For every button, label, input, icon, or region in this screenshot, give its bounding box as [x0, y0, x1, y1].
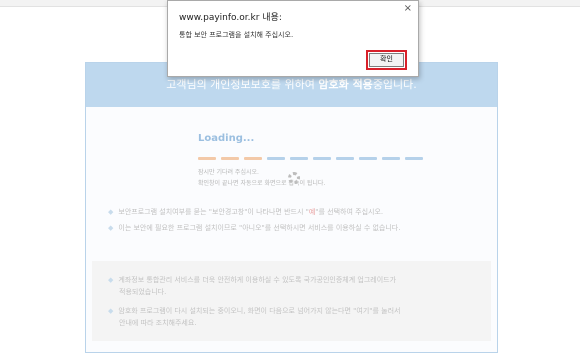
notice-item: ◆ 이는 보안에 필요한 프로그램 설치이므로 "아니오"를 선택하시면 서비스를…	[108, 223, 400, 233]
loading-spinner-icon	[288, 172, 300, 184]
info-line-cont: 적용되었습니다.	[108, 287, 166, 297]
progress-dash	[336, 157, 354, 160]
info-text: 계좌정보 통합관리 서비스를 더욱 안전하게 이용하실 수 있도록 국가공인인증…	[118, 276, 397, 284]
loading-title: Loading...	[198, 133, 255, 144]
bullet-icon: ◆	[108, 307, 114, 315]
progress-dash	[313, 157, 331, 160]
notice-text: 이는 보안에 필요한 프로그램 설치이므로 "아니오"를 선택하시면 서비스를 …	[118, 224, 401, 232]
progress-dash	[290, 157, 308, 160]
header-text-end: 중입니다.	[372, 78, 417, 91]
progress-dash	[221, 157, 239, 160]
header-text: 고객님의 개인정보보호를 위하여	[166, 78, 319, 91]
info-line: ◆ 암호화 프로그램이 다시 설치되는 중이오니, 화면이 다음으로 넘어가지 않…	[108, 306, 400, 316]
notice-text-end: "를 선택하여 주십시오.	[315, 208, 384, 216]
notice-item: ◆ 보안프로그램 설치여부를 묻는 "보안경고창"이 나타나면 반드시 "예"를 …	[108, 207, 383, 217]
wait-message: 잠시만 기다려 주십시오.	[198, 169, 259, 176]
header-highlight: 암호화 적용	[318, 78, 373, 91]
info-text: 안내에 따라 조치해주세요.	[119, 319, 197, 327]
notice-text: 보안프로그램 설치여부를 묻는 "보안경고창"이 나타나면 반드시 "	[118, 208, 309, 216]
dialog-title: www.payinfo.or.kr 내용:	[179, 13, 282, 23]
bullet-icon: ◆	[108, 276, 114, 284]
close-icon[interactable]: ×	[404, 3, 412, 14]
wait-message-2: 확인창이 끝나면 자동으로 화면으로 접속이 됩니다.	[198, 180, 326, 187]
info-text: 암호화 프로그램이 다시 설치되는 중이오니, 화면이 다음으로 넘어가지 않는…	[118, 307, 401, 315]
ok-button[interactable]: 확인	[366, 50, 407, 70]
progress-dash	[359, 157, 377, 160]
bullet-icon: ◆	[108, 208, 114, 216]
progress-dash	[382, 157, 400, 160]
progress-dash	[267, 157, 285, 160]
loading-progress	[198, 157, 423, 160]
info-line-cont: 안내에 따라 조치해주세요.	[108, 318, 197, 328]
ok-button-label: 확인	[369, 53, 404, 67]
content-panel: 고객님의 개인정보보호를 위하여 암호화 적용중입니다. Loading... …	[85, 62, 498, 353]
dialog-message: 통합 보안 프로그램을 설치해 주십시오.	[179, 31, 294, 39]
bullet-icon: ◆	[108, 224, 114, 232]
alert-dialog: www.payinfo.or.kr 내용: × 통합 보안 프로그램을 설치해 …	[167, 0, 419, 77]
info-text: 적용되었습니다.	[119, 288, 167, 296]
progress-dash	[405, 157, 423, 160]
info-line: ◆ 계좌정보 통합관리 서비스를 더욱 안전하게 이용하실 수 있도록 국가공인인…	[108, 275, 396, 285]
progress-dash	[244, 157, 262, 160]
info-section: ◆ 계좌정보 통합관리 서비스를 더욱 안전하게 이용하실 수 있도록 국가공인인…	[92, 261, 491, 341]
progress-dash	[198, 157, 216, 160]
